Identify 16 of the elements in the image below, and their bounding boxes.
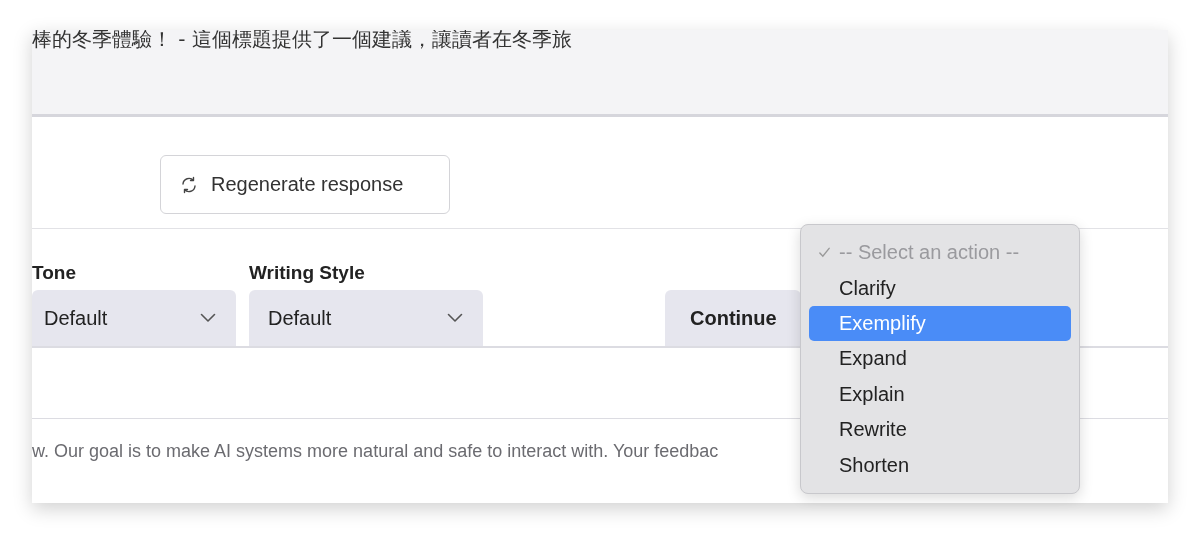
refresh-icon bbox=[179, 174, 199, 195]
select-label: Tone bbox=[32, 262, 77, 285]
chevron-down-icon bbox=[200, 313, 216, 323]
menu-item[interactable]: Clarify bbox=[809, 270, 1071, 306]
menu-item[interactable]: Shorten bbox=[809, 447, 1071, 483]
continue-button[interactable]: Continue bbox=[665, 290, 801, 346]
menu-item[interactable]: Rewrite bbox=[809, 412, 1071, 448]
menu-item[interactable]: Explain bbox=[809, 376, 1071, 413]
regenerate-button[interactable]: Regenerate response bbox=[160, 155, 450, 214]
select-label: Writing Style bbox=[249, 262, 366, 285]
menu-item[interactable]: Expand bbox=[809, 341, 1071, 377]
disclaimer-text: w. Our goal is to make AI systems more natural and safe to interact with. Your feedbac bbox=[32, 441, 720, 462]
dropdown-select[interactable]: Default bbox=[32, 290, 236, 346]
chevron-down-icon bbox=[447, 313, 463, 323]
dropdown-select[interactable]: Default bbox=[249, 290, 483, 346]
menu-item: -- Select an action -- bbox=[809, 235, 1071, 271]
